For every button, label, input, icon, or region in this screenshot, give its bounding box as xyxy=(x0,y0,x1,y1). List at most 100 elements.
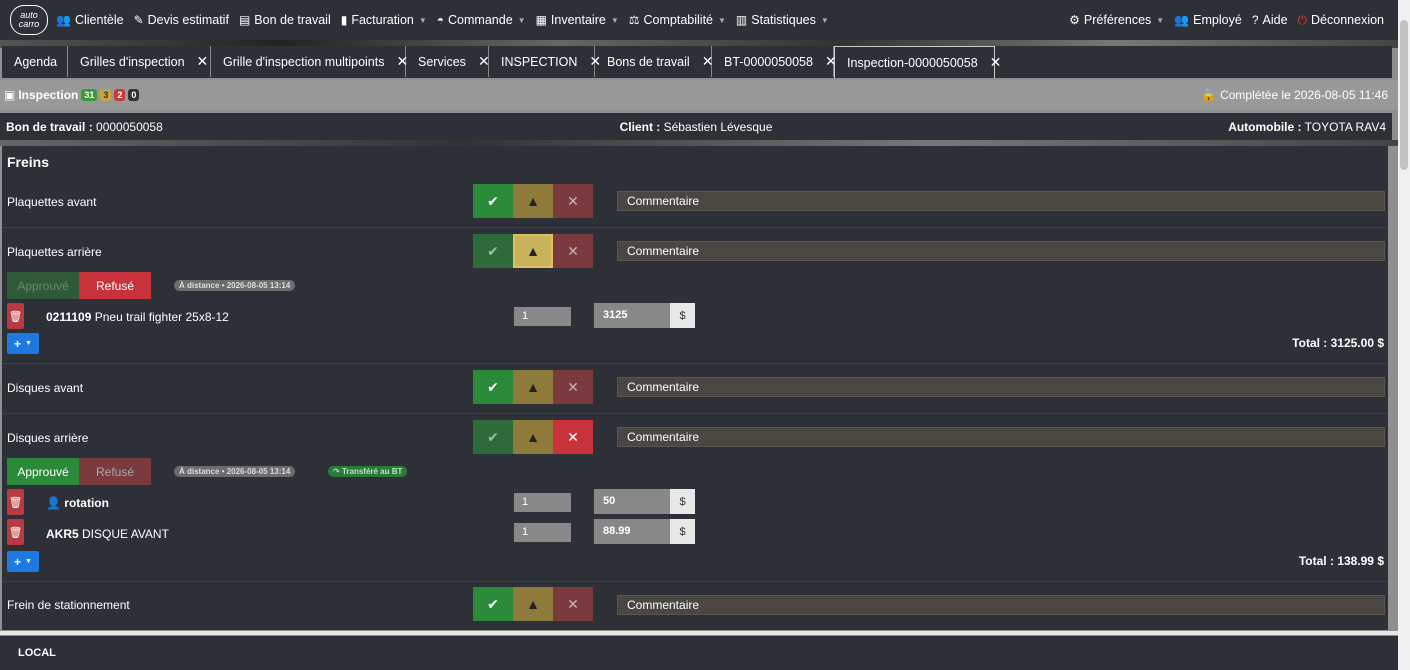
share-icon: ↷ xyxy=(333,467,342,476)
fail-button[interactable]: ✕ xyxy=(553,234,593,268)
price-input[interactable]: 50 xyxy=(594,489,670,514)
refuse-button-selected[interactable]: Refusé xyxy=(79,272,151,299)
price-input[interactable]: 3125 xyxy=(594,303,670,328)
user-gear-icon: 👤 xyxy=(46,496,65,510)
nav-inventaire[interactable]: ▦ Inventaire ▼ xyxy=(536,13,619,27)
warning-button[interactable]: ▲ xyxy=(513,587,553,621)
environment-label: LOCAL xyxy=(18,647,56,659)
warn-count-badge: 3 xyxy=(100,89,112,101)
delete-item-button[interactable]: 🗑 xyxy=(7,303,24,329)
item-label: 👤 rotation xyxy=(46,496,109,510)
tab-bar: Agenda Grilles d'inspection ✕ Grille d'in… xyxy=(2,46,1392,78)
logo-text-2: carro xyxy=(18,19,40,29)
tab-inspection-active[interactable]: Inspection-0000050058 ✕ xyxy=(834,46,1001,78)
row-divider xyxy=(2,227,1388,228)
ok-button[interactable]: ✔ xyxy=(473,234,513,268)
tab-services[interactable]: Services ✕ xyxy=(406,46,490,77)
delete-item-button[interactable]: 🗑 xyxy=(7,489,24,515)
nav-deconnexion[interactable]: ⏻ Déconnexion xyxy=(1298,13,1384,28)
client-cell: Client : Sébastien Lévesque xyxy=(619,119,773,134)
page-scrollbar[interactable] xyxy=(1398,0,1410,670)
quantity-input[interactable]: 1 xyxy=(514,493,571,512)
quantity-input[interactable]: 1 xyxy=(514,307,571,326)
add-item-button[interactable]: + ▼ xyxy=(7,551,39,572)
nav-devis[interactable]: ✎ Devis estimatif xyxy=(134,13,229,27)
approve-button[interactable]: Approuvé xyxy=(7,272,79,299)
delete-item-button[interactable]: 🗑 xyxy=(7,519,24,545)
clipboard-icon: ▣ xyxy=(4,88,16,102)
na-count-badge: 0 xyxy=(128,89,140,101)
nav-preferences[interactable]: ⚙ Préférences ▼ xyxy=(1069,13,1164,27)
tab-grilles[interactable]: Grilles d'inspection ✕ xyxy=(68,46,211,77)
ok-button[interactable]: ✔ xyxy=(473,587,513,621)
tab-agenda[interactable]: Agenda xyxy=(2,46,68,77)
decision-group-1: Approuvé Refusé xyxy=(7,272,151,299)
fail-button[interactable]: ✕ xyxy=(553,184,593,218)
autocarro-logo[interactable]: auto carro xyxy=(10,5,48,35)
fail-button[interactable]: ✕ xyxy=(553,370,593,404)
fail-button-selected[interactable]: ✕ xyxy=(553,420,593,454)
comment-input[interactable]: Commentaire xyxy=(617,427,1385,447)
lock-icon: 🔒 xyxy=(1201,88,1217,102)
check-icon: ✔ xyxy=(487,428,499,445)
chevron-down-icon: ▼ xyxy=(610,15,619,25)
approve-button-selected[interactable]: Approuvé xyxy=(7,458,79,485)
comment-input[interactable]: Commentaire xyxy=(617,595,1385,615)
comment-input[interactable]: Commentaire xyxy=(617,241,1385,261)
ok-button[interactable]: ✔ xyxy=(473,184,513,218)
chevron-down-icon: ▼ xyxy=(820,15,829,25)
warning-icon: ▲ xyxy=(526,243,540,259)
footer-separator xyxy=(0,631,1398,635)
tab-bt[interactable]: BT-0000050058 ✕ xyxy=(712,46,837,77)
comment-input[interactable]: Commentaire xyxy=(617,191,1385,211)
nav-facturation[interactable]: ▮ Facturation ▼ xyxy=(341,13,427,27)
total-amount: Total : 3125.00 $ xyxy=(1292,336,1384,350)
close-icon[interactable]: ✕ xyxy=(990,54,1002,71)
tab-grille-multipoints[interactable]: Grille d'inspection multipoints ✕ xyxy=(211,46,408,77)
nav-commande[interactable]: ◓ Commande ▼ xyxy=(437,13,526,27)
row-label-plaquettes-avant: Plaquettes avant xyxy=(7,195,97,209)
status-group-plaquettes-avant: ✔ ▲ ✕ xyxy=(473,184,593,218)
row-label-frein-stationnement: Frein de stationnement xyxy=(7,598,130,612)
inspection-header: ▣ Inspection 31 3 2 0 🔒 Complétée le 202… xyxy=(0,80,1398,110)
cart-icon: ◓ xyxy=(436,13,445,27)
file-icon: ▮ xyxy=(340,13,348,27)
price-input[interactable]: 88.99 xyxy=(594,519,670,544)
users-icon: 👥 xyxy=(1174,13,1190,27)
close-icon[interactable]: ✕ xyxy=(478,53,490,70)
question-icon: ? xyxy=(1251,13,1259,27)
scale-icon: ⚖ xyxy=(628,13,640,27)
bar-chart-icon: ▥ xyxy=(735,13,748,27)
trash-icon: 🗑 xyxy=(8,310,23,323)
remote-decision-badge: À distance • 2026-08-05 13:14 xyxy=(174,280,296,291)
comment-input[interactable]: Commentaire xyxy=(617,377,1385,397)
close-icon[interactable]: ✕ xyxy=(197,53,209,70)
add-item-button[interactable]: + ▼ xyxy=(7,333,39,354)
warning-button-selected[interactable]: ▲ xyxy=(513,234,553,268)
tab-bons-de-travail[interactable]: Bons de travail ✕ xyxy=(595,46,713,77)
warning-button[interactable]: ▲ xyxy=(513,420,553,454)
nav-bon-de-travail[interactable]: ▤ Bon de travail xyxy=(239,13,331,27)
chevron-down-icon: ▼ xyxy=(517,15,526,25)
status-group-frein-stationnement: ✔ ▲ ✕ xyxy=(473,587,593,621)
warning-icon: ▲ xyxy=(526,429,540,445)
nav-aide[interactable]: ? Aide xyxy=(1252,13,1288,27)
warning-button[interactable]: ▲ xyxy=(513,184,553,218)
tab-inspection[interactable]: INSPECTION ✕ xyxy=(489,46,601,77)
warning-icon: ▲ xyxy=(526,596,540,612)
refuse-button[interactable]: Refusé xyxy=(79,458,151,485)
chevron-down-icon: ▼ xyxy=(25,340,32,347)
truck-icon: ▤ xyxy=(238,13,251,27)
nav-statistiques[interactable]: ▥ Statistiques ▼ xyxy=(736,13,829,27)
chevron-down-icon: ▼ xyxy=(718,15,726,25)
quantity-input[interactable]: 1 xyxy=(514,523,571,542)
fail-button[interactable]: ✕ xyxy=(553,587,593,621)
nav-comptabilite[interactable]: ⚖ Comptabilité ▼ xyxy=(629,13,726,27)
ok-button[interactable]: ✔ xyxy=(473,370,513,404)
scrollbar-thumb[interactable] xyxy=(1400,20,1408,170)
nav-clientele[interactable]: 👥 Clientèle xyxy=(56,13,124,27)
warning-button[interactable]: ▲ xyxy=(513,370,553,404)
ok-button[interactable]: ✔ xyxy=(473,420,513,454)
nav-employe[interactable]: 👥 Employé xyxy=(1174,13,1242,27)
status-group-plaquettes-arriere: ✔ ▲ ✕ xyxy=(473,234,593,268)
